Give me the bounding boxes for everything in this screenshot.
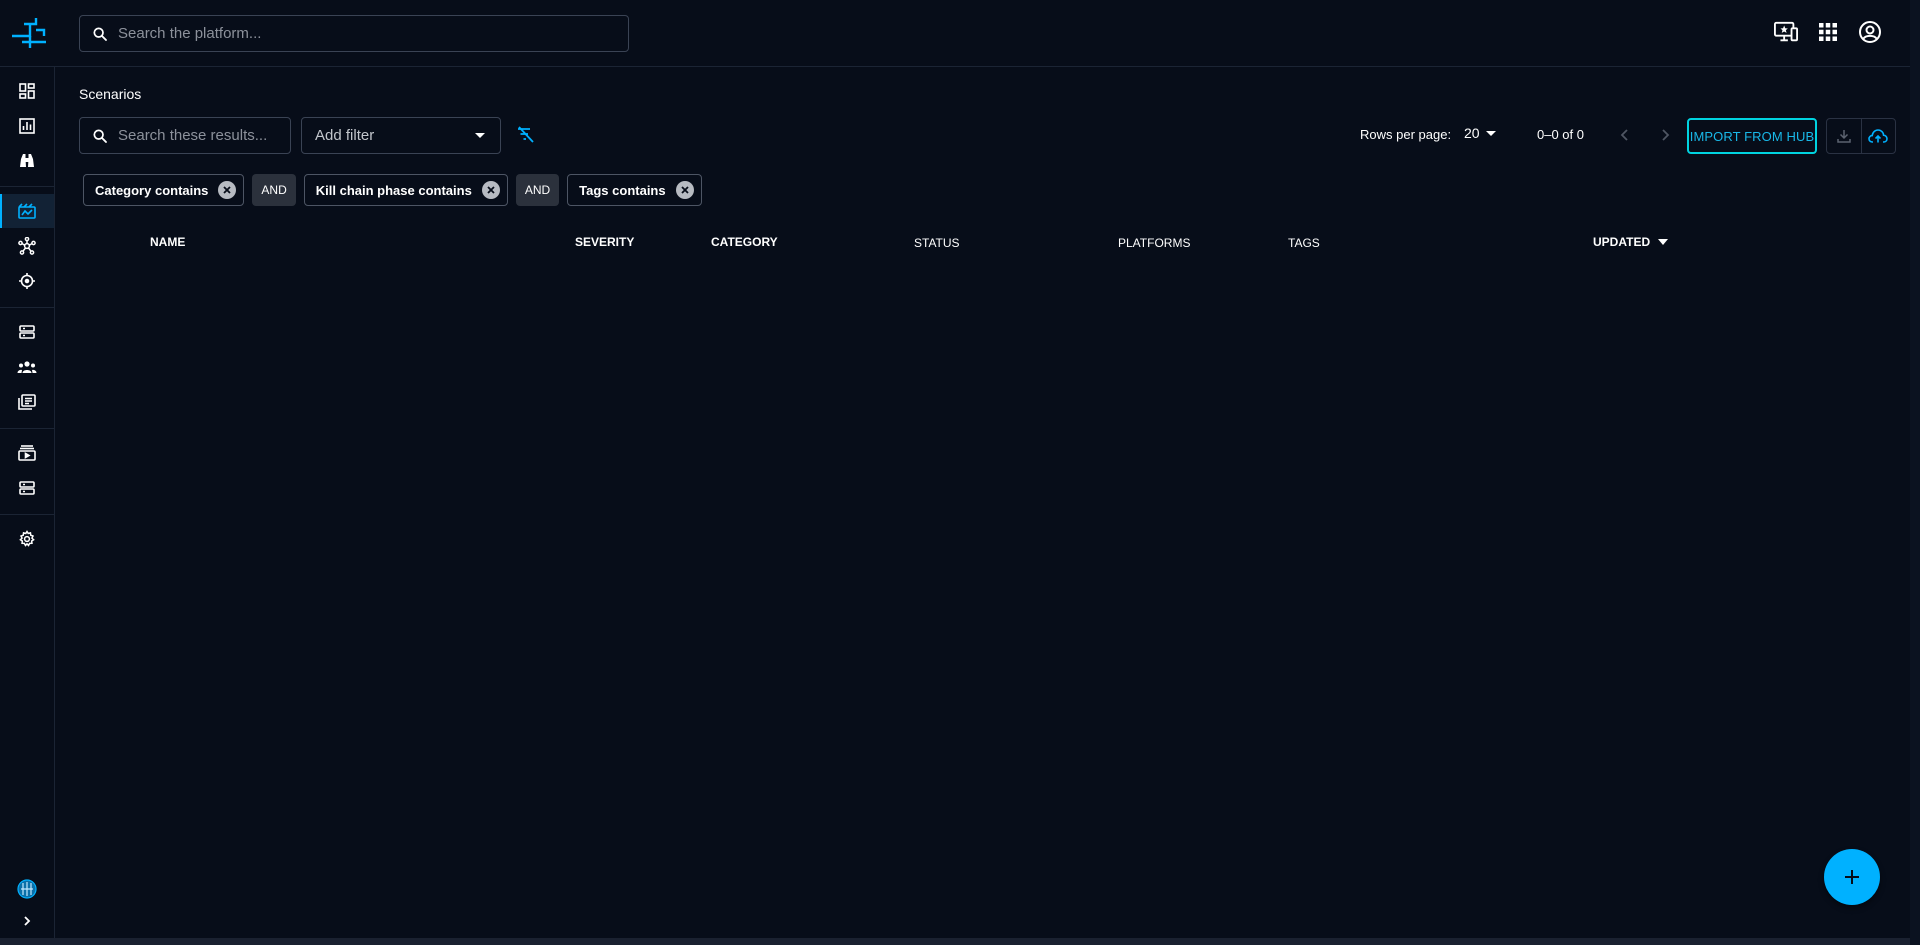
nav-integrations[interactable] <box>0 471 54 505</box>
global-search-input[interactable]: Search the platform... <box>79 15 629 52</box>
nav-network[interactable] <box>0 229 54 263</box>
add-filter-select[interactable]: Add filter <box>301 117 501 154</box>
chevron-left-icon <box>1620 129 1628 141</box>
column-header-name[interactable]: NAME <box>150 235 185 249</box>
nav-scenarios[interactable] <box>0 194 54 228</box>
nav-assets[interactable] <box>0 315 54 349</box>
column-header-status: STATUS <box>914 236 960 250</box>
remove-filter-icon[interactable] <box>481 181 500 199</box>
caret-down-icon <box>475 132 485 138</box>
nav-dashboard[interactable] <box>0 74 54 108</box>
remove-filter-icon[interactable] <box>218 181 237 199</box>
filter-chip-kill-chain-phase[interactable]: Kill chain phase contains <box>303 174 508 206</box>
download-button[interactable] <box>1827 119 1861 153</box>
plus-icon <box>1845 870 1859 884</box>
pagination-info: 0–0 of 0 <box>1537 127 1584 142</box>
cloud-upload-icon <box>1868 129 1889 143</box>
nav-library[interactable] <box>0 385 54 419</box>
remove-filter-icon[interactable] <box>675 181 694 199</box>
search-icon <box>93 128 107 143</box>
filter-chip-label: Kill chain phase contains <box>315 182 472 198</box>
left-navigation <box>0 67 55 938</box>
rows-per-page-label: Rows per page: <box>1360 127 1452 142</box>
rows-per-page-select[interactable]: 20 <box>1464 125 1498 141</box>
binoculars-icon <box>20 154 34 167</box>
account-circle-icon[interactable] <box>1858 20 1882 44</box>
filter-operator[interactable]: AND <box>515 174 560 206</box>
download-icon <box>1837 130 1851 143</box>
column-header-platforms: PLATFORMS <box>1118 236 1191 250</box>
column-header-tags: TAGS <box>1288 236 1320 250</box>
expand-chevron-icon <box>24 916 31 926</box>
teams-icon <box>17 361 37 373</box>
dashboard-icon <box>19 83 35 99</box>
filter-chip-label: Tags contains <box>579 182 666 198</box>
target-icon <box>19 273 35 289</box>
column-header-updated-label: UPDATED <box>1593 235 1651 249</box>
filter-chip-label: Category contains <box>95 182 209 198</box>
top-bar: Search the platform... <box>0 0 1910 67</box>
monitor-star-icon[interactable] <box>1774 20 1798 44</box>
chevron-right-icon <box>1662 129 1670 141</box>
column-header-updated[interactable]: UPDATED <box>1593 235 1669 249</box>
column-header-category[interactable]: CATEGORY <box>711 235 778 249</box>
active-filters: Category contains AND Kill chain phase c… <box>83 174 702 206</box>
nav-filigran[interactable] <box>0 872 54 906</box>
analytics-chart-icon <box>19 118 35 134</box>
apps-grid-icon[interactable] <box>1816 20 1840 44</box>
nav-targets[interactable] <box>0 264 54 298</box>
server-stack-icon <box>19 325 35 339</box>
media-collection-icon <box>18 445 36 461</box>
filigran-icon <box>17 879 37 899</box>
vertical-scrollbar[interactable] <box>1910 0 1920 945</box>
nav-teams[interactable] <box>0 350 54 384</box>
network-nodes-icon <box>18 237 36 255</box>
filter-chip-category[interactable]: Category contains <box>83 174 245 206</box>
next-page-button[interactable] <box>1656 125 1674 145</box>
add-filter-label: Add filter <box>315 127 375 144</box>
results-search-input[interactable]: Search these results... <box>79 117 291 154</box>
nav-settings[interactable] <box>0 522 54 556</box>
horizontal-scrollbar[interactable] <box>0 938 1910 945</box>
top-actions <box>1774 20 1882 44</box>
nav-expand[interactable] <box>0 904 54 938</box>
nav-analytics[interactable] <box>0 109 54 143</box>
export-actions <box>1826 118 1896 154</box>
global-search-placeholder: Search the platform... <box>118 25 262 42</box>
logo-icon[interactable] <box>10 14 48 52</box>
library-icon <box>18 394 36 410</box>
scenarios-icon <box>18 203 36 219</box>
results-search-placeholder: Search these results... <box>118 127 268 144</box>
import-from-hub-button[interactable]: IMPORT FROM HUB <box>1687 118 1817 154</box>
filter-chip-tags[interactable]: Tags contains <box>567 174 702 206</box>
app-root: Search the platform... Scenarios Search … <box>0 0 1920 945</box>
caret-down-icon <box>1485 131 1496 136</box>
rows-per-page-value: 20 <box>1464 125 1480 141</box>
previous-page-button[interactable] <box>1616 125 1634 145</box>
clear-filters-icon[interactable] <box>516 125 536 145</box>
cloud-upload-button[interactable] <box>1860 119 1895 153</box>
filter-operator[interactable]: AND <box>252 174 296 206</box>
page-title: Scenarios <box>79 86 142 102</box>
settings-gear-icon <box>19 530 35 547</box>
column-header-severity[interactable]: SEVERITY <box>575 235 634 249</box>
integrations-icon <box>19 481 35 495</box>
search-icon <box>93 26 107 41</box>
nav-findings[interactable] <box>0 144 54 178</box>
nav-media[interactable] <box>0 436 54 470</box>
create-scenario-button[interactable] <box>1824 849 1880 905</box>
sort-descending-icon <box>1658 239 1669 245</box>
